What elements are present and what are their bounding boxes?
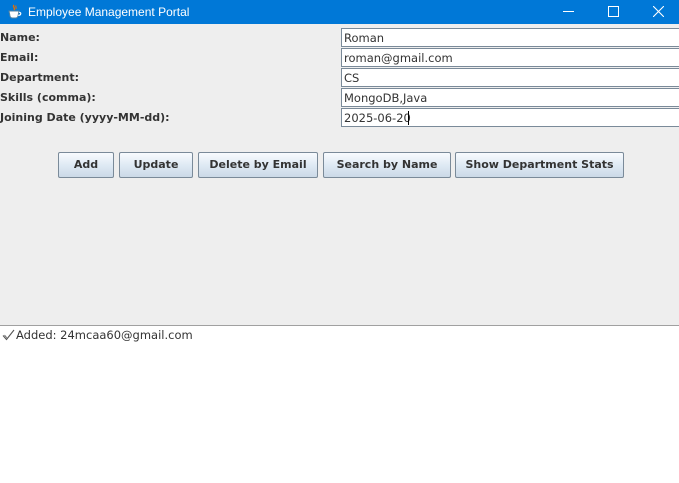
title-bar: Employee Management Portal bbox=[0, 0, 679, 24]
name-field[interactable] bbox=[341, 28, 679, 47]
output-text-area[interactable]: Added: 24mcaa60@gmail.com bbox=[0, 326, 679, 483]
minimize-button[interactable] bbox=[546, 0, 592, 24]
close-button[interactable] bbox=[636, 0, 679, 24]
maximize-button[interactable] bbox=[591, 0, 637, 24]
department-field[interactable] bbox=[341, 68, 679, 87]
name-label: Name: bbox=[0, 31, 40, 44]
output-message: Added: 24mcaa60@gmail.com bbox=[16, 328, 193, 342]
minimize-icon bbox=[563, 11, 574, 12]
delete-by-email-button[interactable]: Delete by Email bbox=[198, 152, 318, 178]
maximize-icon bbox=[608, 6, 619, 17]
joining-date-field[interactable] bbox=[341, 108, 679, 127]
add-button[interactable]: Add bbox=[58, 152, 114, 178]
skills-label: Skills (comma): bbox=[0, 91, 96, 104]
window-title: Employee Management Portal bbox=[28, 5, 190, 19]
email-label: Email: bbox=[0, 51, 39, 64]
joining-date-label: Joining Date (yyyy-MM-dd): bbox=[0, 111, 170, 124]
employee-form-panel: Name: Email: Department: Skills (comma):… bbox=[0, 24, 679, 326]
search-by-name-button[interactable]: Search by Name bbox=[323, 152, 451, 178]
show-department-stats-button[interactable]: Show Department Stats bbox=[455, 152, 624, 178]
java-coffee-cup-icon bbox=[7, 4, 22, 20]
email-field[interactable] bbox=[341, 48, 679, 67]
check-mark-icon bbox=[2, 328, 15, 346]
close-icon bbox=[653, 6, 664, 17]
text-caret bbox=[408, 111, 409, 125]
skills-field[interactable] bbox=[341, 88, 679, 107]
update-button[interactable]: Update bbox=[119, 152, 193, 178]
department-label: Department: bbox=[0, 71, 79, 84]
